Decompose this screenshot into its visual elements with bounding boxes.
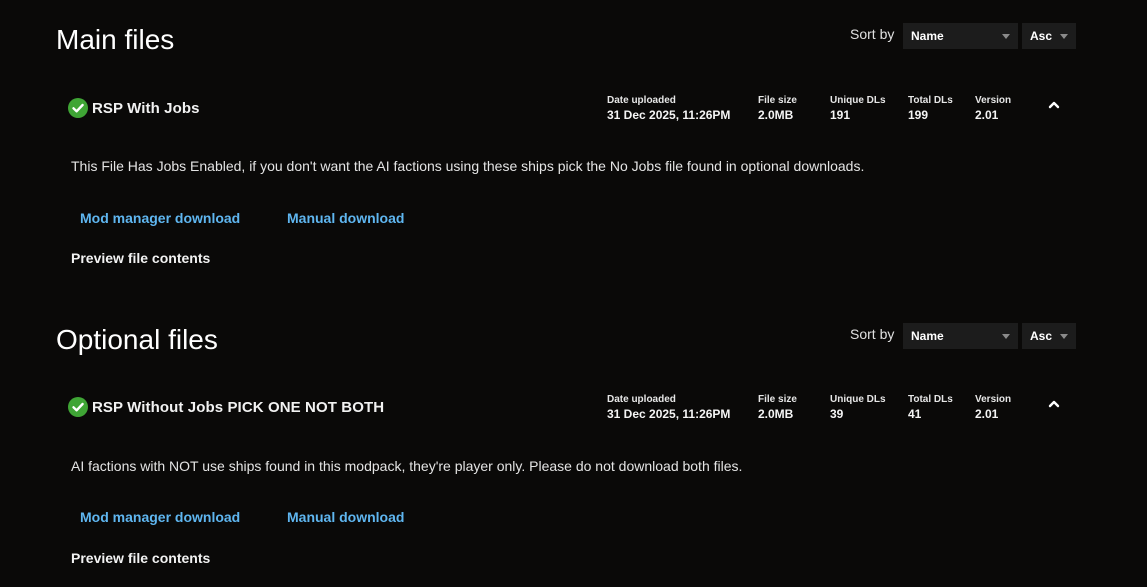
stat-value: 31 Dec 2025, 11:26PM xyxy=(607,108,731,122)
stat-label: File size xyxy=(758,95,797,106)
caret-down-icon xyxy=(1060,34,1068,39)
total-dls-stat: Total DLs 199 xyxy=(908,95,953,123)
manual-download-button[interactable]: Manual download xyxy=(287,210,404,226)
stat-value: 39 xyxy=(830,407,844,421)
stat-label: Unique DLs xyxy=(830,95,886,106)
sort-order-select[interactable]: Asc xyxy=(1022,323,1076,349)
stat-label: Version xyxy=(975,95,1012,106)
sort-field-value: Name xyxy=(911,29,944,43)
unique-dls-stat: Unique DLs 191 xyxy=(830,95,886,123)
sort-order-value: Asc xyxy=(1030,29,1053,43)
caret-down-icon xyxy=(1060,334,1068,339)
version-stat: Version 2.01 xyxy=(975,394,1011,422)
sort-by-label: Sort by xyxy=(850,326,895,342)
preview-file-contents-link[interactable]: Preview file contents xyxy=(71,250,210,266)
mod-manager-download-button[interactable]: Mod manager download xyxy=(80,509,240,525)
stat-label: Total DLs xyxy=(908,95,953,106)
file-description: This File Has Jobs Enabled, if you don't… xyxy=(71,158,865,174)
stat-label: Date uploaded xyxy=(607,394,676,405)
stat-value: 199 xyxy=(908,108,929,122)
section-title: Optional files xyxy=(56,324,218,355)
file-size-stat: File size 2.0MB xyxy=(758,394,797,422)
file-name: RSP Without Jobs PICK ONE NOT BOTH xyxy=(92,399,385,416)
version-stat: Version 2.01 xyxy=(975,95,1011,123)
file-description: AI factions with NOT use ships found in … xyxy=(71,458,743,474)
stat-value: 2.01 xyxy=(975,407,999,421)
unique-dls-stat: Unique DLs 39 xyxy=(830,394,886,422)
check-circle-icon xyxy=(68,98,88,118)
chevron-up-icon[interactable] xyxy=(1046,97,1062,113)
stat-label: Date uploaded xyxy=(607,95,676,106)
file-size-stat: File size 2.0MB xyxy=(758,95,797,123)
stat-label: Version xyxy=(975,394,1012,405)
section-title: Main files xyxy=(56,24,175,55)
sort-order-select[interactable]: Asc xyxy=(1022,23,1076,49)
chevron-up-icon[interactable] xyxy=(1046,396,1062,412)
stat-value: 2.0MB xyxy=(758,108,794,122)
stat-label: Total DLs xyxy=(908,394,953,405)
stat-value: 2.0MB xyxy=(758,407,794,421)
sort-field-select[interactable]: Name xyxy=(903,323,1018,349)
sort-by-label: Sort by xyxy=(850,26,895,42)
sort-field-select[interactable]: Name xyxy=(903,23,1018,49)
stat-value: 191 xyxy=(830,108,851,122)
stat-label: File size xyxy=(758,394,797,405)
caret-down-icon xyxy=(1002,34,1010,39)
check-circle-icon xyxy=(68,397,88,417)
date-uploaded-stat: Date uploaded 31 Dec 2025, 11:26PM xyxy=(607,394,730,422)
date-uploaded-stat: Date uploaded 31 Dec 2025, 11:26PM xyxy=(607,95,730,123)
manual-download-button[interactable]: Manual download xyxy=(287,509,404,525)
caret-down-icon xyxy=(1002,334,1010,339)
preview-file-contents-link[interactable]: Preview file contents xyxy=(71,550,210,566)
stat-value: 31 Dec 2025, 11:26PM xyxy=(607,407,731,421)
file-name: RSP With Jobs xyxy=(92,100,200,117)
total-dls-stat: Total DLs 41 xyxy=(908,394,953,422)
stat-value: 41 xyxy=(908,407,922,421)
sort-order-value: Asc xyxy=(1030,329,1053,343)
sort-field-value: Name xyxy=(911,329,944,343)
stat-label: Unique DLs xyxy=(830,394,886,405)
stat-value: 2.01 xyxy=(975,108,999,122)
mod-manager-download-button[interactable]: Mod manager download xyxy=(80,210,240,226)
